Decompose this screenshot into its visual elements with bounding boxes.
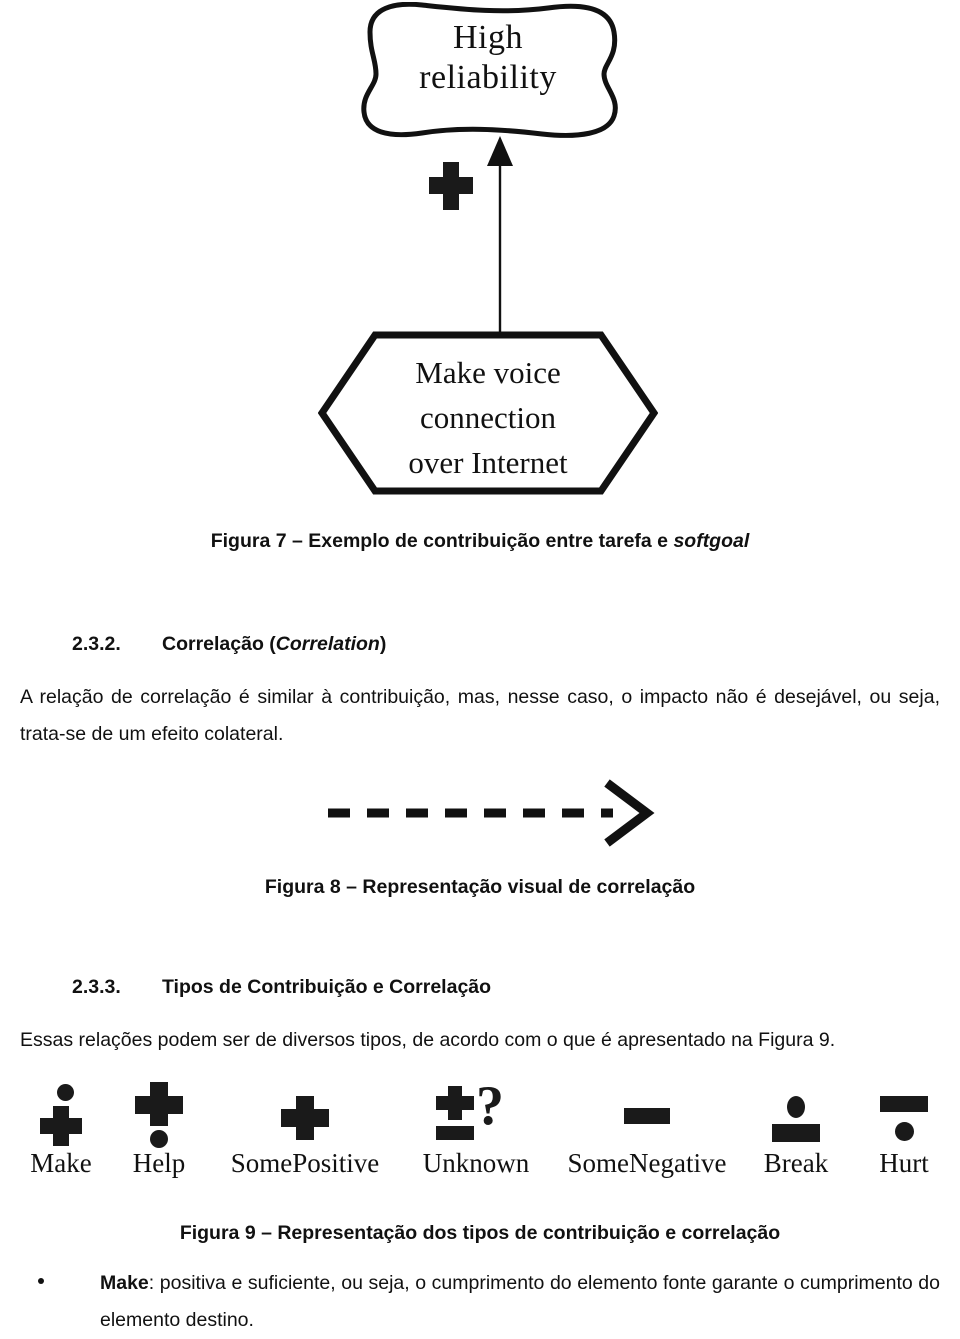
softgoal-label-line-1: High	[453, 19, 523, 56]
heading-2-3-3-number: 2.3.3.	[72, 976, 121, 998]
heading-2-3-2-number: 2.3.2.	[72, 633, 121, 655]
help-icon	[106, 1080, 212, 1148]
bullet-marker-icon	[38, 1278, 44, 1284]
contribution-icon-unknown: ? Unknown	[398, 1075, 554, 1178]
softgoal-label-line-2: reliability	[419, 59, 557, 96]
bullet-make-body: Make: positiva e suficiente, ou seja, o …	[100, 1265, 940, 1339]
figure-7-diagram: High reliability Make voice connection o…	[0, 0, 960, 515]
figure-7-caption-text: Figura 7 – Exemplo de contribuição entre…	[210, 530, 674, 552]
figure-8-correlation-arrow	[325, 775, 655, 850]
task-label-line-1: Make voice	[415, 355, 561, 390]
heading-2-3-2-title: Correlação (	[162, 633, 276, 655]
softgoal-label: High reliability	[352, 18, 624, 98]
task-label: Make voice connection over Internet	[330, 350, 646, 485]
make-icon-label: Make	[30, 1148, 92, 1178]
paragraph-2-3-3: Essas relações podem ser de diversos tip…	[20, 1029, 836, 1051]
heading-2-3-3: 2.3.3. Tipos de Contribuição e Correlação	[72, 976, 491, 999]
unknown-icon: ?	[398, 1075, 554, 1148]
make-icon	[8, 1080, 114, 1148]
hurt-icon-label: Hurt	[879, 1148, 929, 1178]
heading-2-3-3-title: Tipos de Contribuição e Correlação	[162, 976, 492, 998]
task-label-line-2: connection	[419, 400, 556, 435]
figure-9-caption: Figura 9 – Representação dos tipos de co…	[179, 1222, 781, 1244]
contribution-icon-make: Make	[8, 1080, 114, 1178]
hurt-icon	[852, 1080, 956, 1148]
unknown-icon-label: Unknown	[422, 1148, 530, 1178]
contribution-icon-somepositive: SomePositive	[212, 1080, 398, 1178]
contribution-icon-break: Break	[740, 1080, 852, 1178]
figure-8-caption: Figura 8 – Representação visual de corre…	[264, 876, 696, 898]
question-mark-glyph: ?	[476, 1075, 504, 1137]
bullet-make-separator: :	[148, 1272, 160, 1294]
bullet-make-term: Make	[100, 1272, 149, 1294]
help-icon-label: Help	[132, 1148, 186, 1178]
task-label-line-3: over Internet	[408, 445, 568, 480]
some-negative-icon	[554, 1080, 740, 1148]
some-positive-icon	[212, 1080, 398, 1148]
bullet-make-text: positiva e suficiente, ou seja, o cumpri…	[100, 1272, 941, 1331]
some-negative-icon-label: SomeNegative	[567, 1148, 727, 1178]
heading-2-3-2-title-tail: )	[379, 633, 387, 655]
some-positive-icon-label: SomePositive	[230, 1148, 380, 1178]
break-icon-label: Break	[763, 1148, 829, 1178]
break-icon	[740, 1080, 852, 1148]
figure-7-caption-italic: softgoal	[673, 530, 750, 552]
heading-2-3-2-title-italic: Correlation	[275, 633, 380, 655]
contribution-icon-help: Help	[106, 1080, 212, 1178]
heading-2-3-2: 2.3.2. Correlação (Correlation)	[72, 633, 386, 656]
figure-9-icon-row: Make Help SomePositive ? Unknown SomeNeg…	[0, 1075, 960, 1192]
contribution-plus-icon	[428, 160, 474, 212]
bullet-item-make: Make: positiva e suficiente, ou seja, o …	[0, 1265, 940, 1339]
contribution-icon-hurt: Hurt	[852, 1080, 956, 1178]
paragraph-2-3-2: A relação de correlação é similar à cont…	[20, 686, 940, 745]
figure-7-caption: Figura 7 – Exemplo de contribuição entre…	[0, 530, 960, 553]
contribution-icon-somenegative: SomeNegative	[554, 1080, 740, 1178]
